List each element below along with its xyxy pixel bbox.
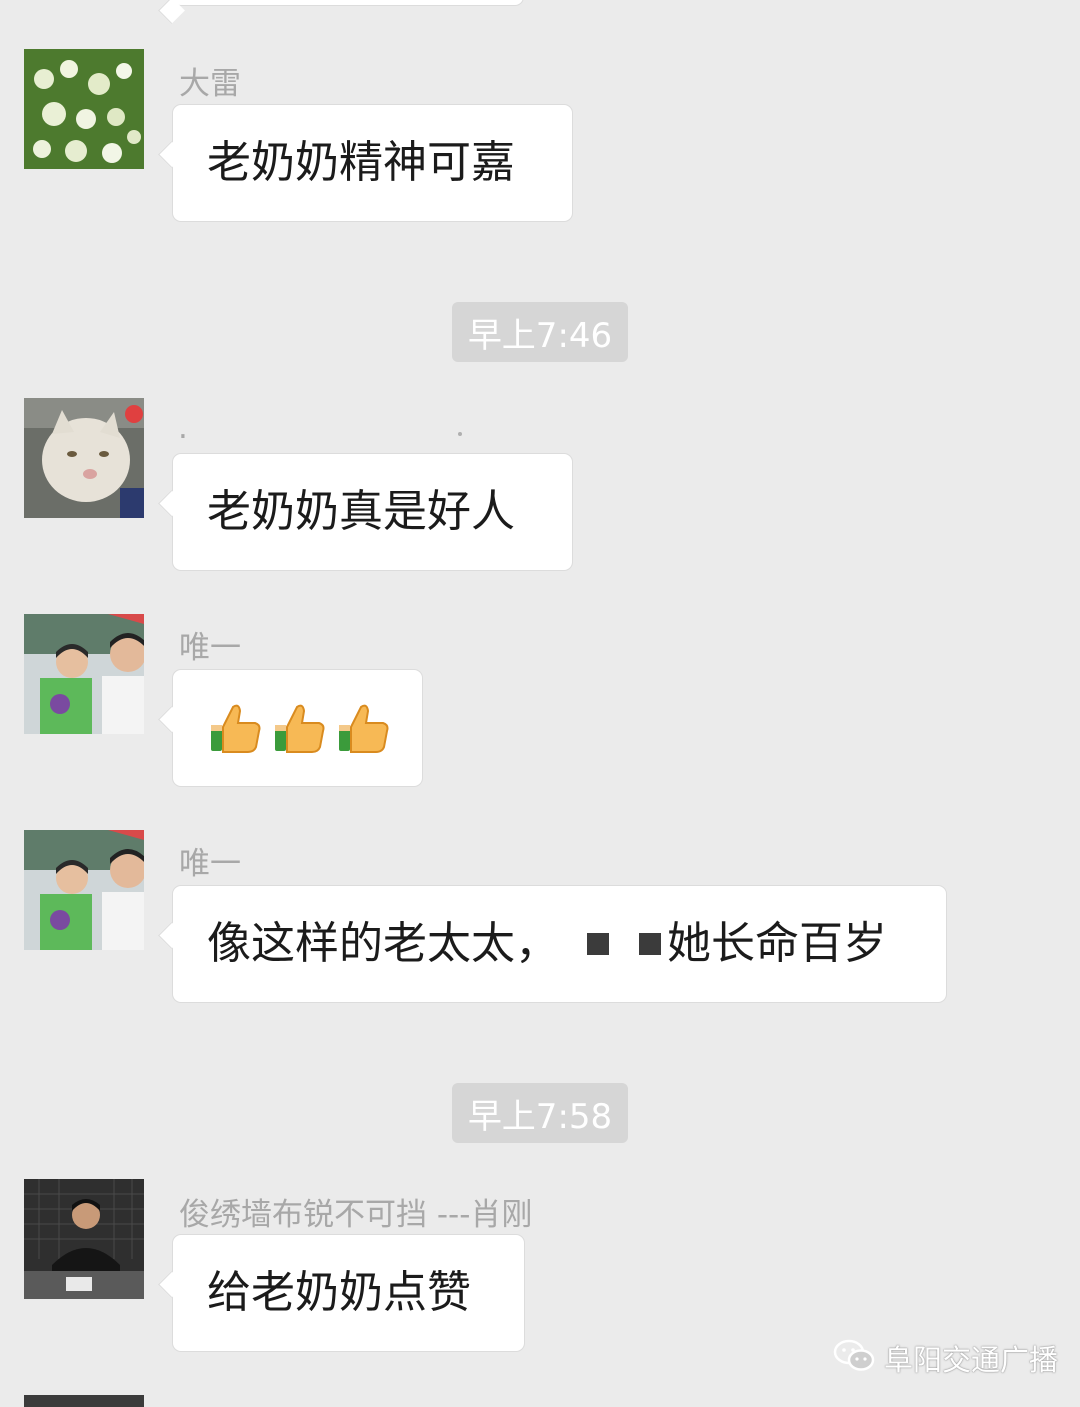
message-bubble-previous[interactable] bbox=[172, 0, 524, 6]
sender-name: 唯一 bbox=[179, 846, 241, 882]
timestamp-badge: 早上7:46 bbox=[452, 302, 628, 362]
message-text: 老奶奶精神可嘉 bbox=[207, 137, 515, 188]
message-bubble[interactable]: 像这样的老太太， 她长命百岁 bbox=[172, 885, 947, 1003]
sender-name: 大雷 bbox=[179, 66, 241, 102]
wechat-icon bbox=[832, 1338, 876, 1378]
redaction-block bbox=[639, 933, 661, 955]
message-bubble[interactable]: 老奶奶精神可嘉 bbox=[172, 104, 573, 222]
avatar-cat[interactable] bbox=[24, 398, 144, 518]
thumbs-up-icon bbox=[337, 701, 391, 755]
sender-name-dot bbox=[458, 432, 462, 436]
message-text: 老奶奶真是好人 bbox=[207, 486, 515, 537]
watermark: 阜阳交通广播 bbox=[832, 1336, 1058, 1380]
message-text: 像这样的老太太， bbox=[207, 918, 559, 969]
sender-name: . bbox=[178, 410, 188, 446]
message-bubble[interactable]: 给老奶奶点赞 bbox=[172, 1234, 525, 1352]
avatar-weiyi[interactable] bbox=[24, 614, 144, 734]
avatar-weiyi[interactable] bbox=[24, 830, 144, 950]
emoji-row bbox=[209, 701, 391, 755]
avatar-xiaogang[interactable] bbox=[24, 1179, 144, 1299]
avatar-next[interactable] bbox=[24, 1395, 144, 1407]
avatar-dalei[interactable] bbox=[24, 49, 144, 169]
message-text: 她长命百岁 bbox=[667, 918, 887, 969]
redaction-block bbox=[587, 933, 609, 955]
thumbs-up-icon bbox=[209, 701, 263, 755]
message-bubble[interactable] bbox=[172, 669, 423, 787]
sender-name: 唯一 bbox=[179, 630, 241, 666]
timestamp-badge: 早上7:58 bbox=[452, 1083, 628, 1143]
watermark-text: 阜阳交通广播 bbox=[884, 1343, 1059, 1377]
thumbs-up-icon bbox=[273, 701, 327, 755]
sender-name: 俊绣墙布锐不可挡 ---肖刚 bbox=[179, 1197, 533, 1233]
message-bubble[interactable]: 老奶奶真是好人 bbox=[172, 453, 573, 571]
message-text: 给老奶奶点赞 bbox=[207, 1267, 471, 1318]
